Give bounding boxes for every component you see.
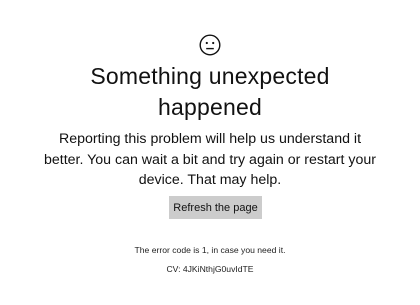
- correlation-vector-text: CV: 4JKiNthjG0uvIdTE: [166, 264, 254, 274]
- status-icon-container: [0, 34, 420, 56]
- page-title-line-1: Something unexpected: [90, 63, 330, 89]
- neutral-face-icon: [199, 34, 221, 56]
- page-title-line-2: happened: [158, 94, 262, 120]
- error-page: Something unexpected happened Reporting …: [0, 0, 420, 305]
- refresh-page-button[interactable]: Refresh the page: [169, 196, 262, 219]
- error-code-text: The error code is 1, in case you need it…: [134, 245, 286, 255]
- error-message-line-1: Reporting this problem will help us unde…: [58, 131, 362, 147]
- error-message: Reporting this problem will help us unde…: [30, 129, 390, 191]
- page-title: Something unexpected happened: [0, 61, 420, 123]
- error-message-line-3: device. That may help.: [138, 172, 282, 188]
- error-message-line-2: better. You can wait a bit and try again…: [43, 151, 377, 168]
